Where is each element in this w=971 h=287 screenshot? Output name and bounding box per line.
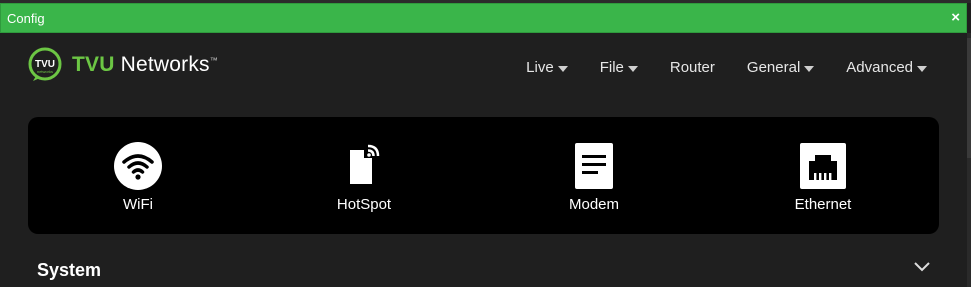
chevron-down-icon[interactable] bbox=[913, 261, 931, 273]
config-window: Config × TVU networks TVU Networks™ Live… bbox=[0, 0, 971, 287]
modem-icon bbox=[575, 143, 613, 189]
hotspot-tile[interactable]: HotSpot bbox=[304, 117, 424, 234]
wifi-icon bbox=[114, 142, 162, 190]
brand-logo: TVU networks TVU Networks™ bbox=[27, 47, 218, 83]
wifi-tile[interactable]: WiFi bbox=[78, 117, 198, 234]
caret-down-icon bbox=[557, 65, 568, 72]
hotspot-label: HotSpot bbox=[336, 196, 392, 213]
nav-router-label: Router bbox=[669, 59, 715, 76]
scrollbar[interactable] bbox=[967, 33, 971, 287]
nav-live-label: Live bbox=[526, 59, 554, 76]
nav-file[interactable]: File bbox=[600, 59, 638, 76]
ethernet-icon bbox=[800, 143, 846, 189]
wifi-label: WiFi bbox=[123, 196, 153, 213]
ethernet-label: Ethernet bbox=[794, 196, 852, 213]
modem-tile[interactable]: Modem bbox=[534, 117, 654, 234]
nav-advanced-label: Advanced bbox=[846, 59, 913, 76]
modem-label: Modem bbox=[568, 196, 620, 213]
nav-router[interactable]: Router bbox=[670, 59, 715, 76]
close-button[interactable]: × bbox=[951, 9, 960, 27]
system-section-header[interactable]: System bbox=[0, 252, 967, 287]
nav-general-label: General bbox=[746, 59, 801, 76]
caret-down-icon bbox=[627, 65, 638, 72]
brand-name-prefix: TVU bbox=[72, 53, 115, 76]
caret-down-icon bbox=[804, 65, 815, 72]
main-nav: Live File Router General Advanced bbox=[494, 59, 927, 76]
ethernet-tile[interactable]: Ethernet bbox=[763, 117, 883, 234]
title-bar: Config × bbox=[0, 3, 967, 33]
nav-advanced[interactable]: Advanced bbox=[846, 59, 927, 76]
nav-file-label: File bbox=[599, 59, 624, 76]
trademark-mark: ™ bbox=[209, 56, 218, 65]
brand-name: TVU Networks™ bbox=[72, 53, 218, 77]
caret-down-icon bbox=[917, 65, 927, 72]
brand-name-rest: Networks bbox=[114, 53, 210, 76]
tvu-logo-icon: TVU networks bbox=[28, 47, 62, 81]
hotspot-icon bbox=[350, 144, 380, 184]
connection-panel: WiFi HotSpot Modem Ethernet bbox=[28, 117, 939, 234]
nav-general[interactable]: General bbox=[746, 59, 815, 76]
svg-text:networks: networks bbox=[37, 69, 53, 74]
scrollbar-thumb[interactable] bbox=[967, 38, 971, 158]
system-section-title: System bbox=[37, 260, 102, 280]
header: TVU networks TVU Networks™ Live File Rou… bbox=[0, 33, 967, 109]
window-title: Config bbox=[7, 10, 45, 26]
nav-live[interactable]: Live bbox=[526, 59, 568, 76]
